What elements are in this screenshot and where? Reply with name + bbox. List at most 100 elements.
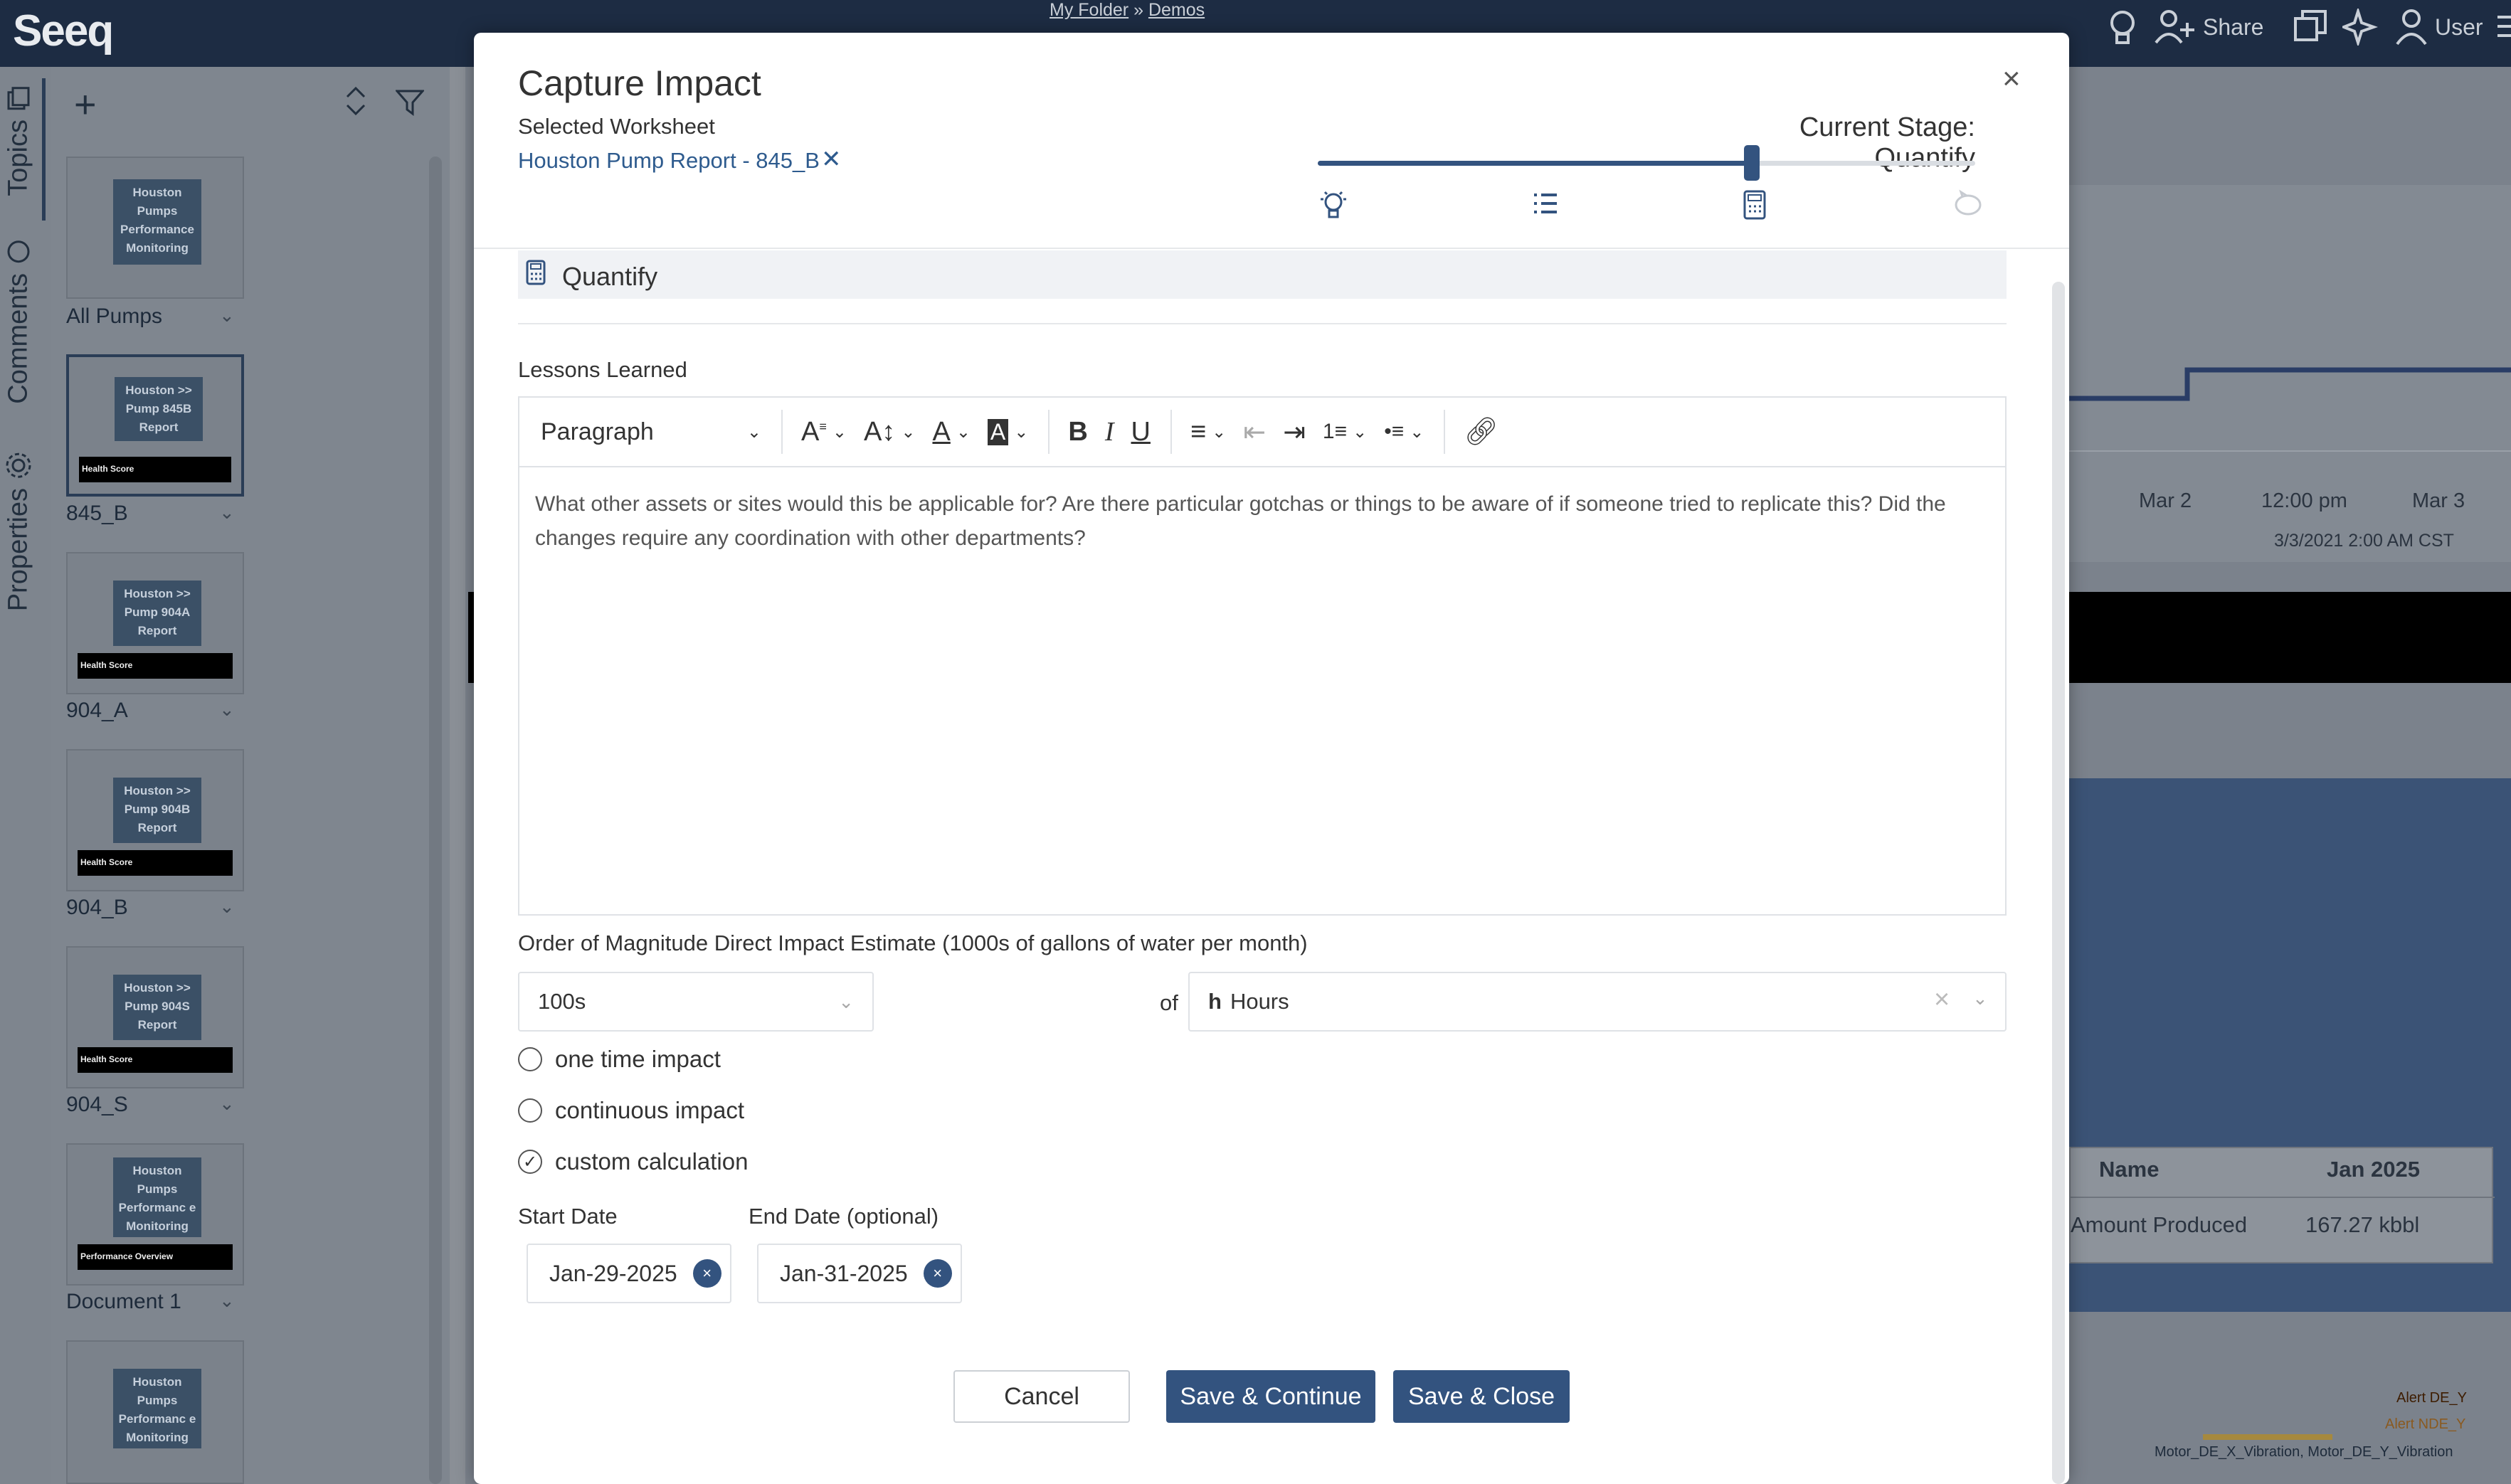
breadcrumb-folder[interactable]: My Folder bbox=[1050, 0, 1128, 20]
modal-title: Capture Impact bbox=[518, 63, 761, 103]
worksheet-label[interactable]: All Pumps bbox=[66, 304, 162, 329]
chevron-down-icon[interactable]: ⌄ bbox=[219, 896, 235, 918]
save-close-button[interactable]: Save & Close bbox=[1393, 1370, 1570, 1423]
end-date-input[interactable]: Jan-31-2025 × bbox=[757, 1244, 962, 1303]
worksheet-thumbnail[interactable]: Houston Pumps Performanc e Monitoring Pe… bbox=[66, 1143, 244, 1286]
radio-continuous[interactable]: continuous impact bbox=[518, 1097, 744, 1124]
thumbnail-banner: Performance Overview bbox=[78, 1244, 233, 1270]
comment-icon bbox=[7, 240, 30, 263]
section-title: Quantify bbox=[562, 262, 658, 291]
worksheet-label[interactable]: 904_S bbox=[66, 1093, 128, 1117]
sparkle-icon[interactable] bbox=[2342, 9, 2379, 46]
worksheet-label[interactable]: Document 1 bbox=[66, 1290, 181, 1314]
chevron-down-icon[interactable]: ⌄ bbox=[1972, 987, 1988, 1009]
share-button[interactable]: Share bbox=[2155, 9, 2263, 46]
selected-worksheet-link[interactable]: Houston Pump Report - 845_B bbox=[518, 148, 820, 174]
start-date-label: Start Date bbox=[518, 1204, 618, 1229]
axis-label: Mar 2 bbox=[2139, 489, 2192, 512]
legend-swatch bbox=[2203, 1434, 2332, 1440]
chevron-down-icon[interactable]: ⌄ bbox=[219, 502, 235, 524]
italic-button[interactable]: I bbox=[1105, 416, 1114, 447]
lightbulb-icon[interactable] bbox=[2106, 9, 2139, 48]
save-continue-button[interactable]: Save & Continue bbox=[1166, 1370, 1375, 1423]
axis-label: 12:00 pm bbox=[2261, 489, 2347, 512]
close-icon[interactable]: × bbox=[2002, 61, 2021, 97]
lessons-learned-placeholder[interactable]: What other assets or sites would this be… bbox=[535, 487, 1987, 556]
stage-slider-handle[interactable] bbox=[1744, 145, 1760, 181]
indent-button[interactable]: ⇥ bbox=[1283, 416, 1306, 448]
calculator-icon[interactable] bbox=[1742, 189, 1767, 227]
chevron-down-icon: ⌄ bbox=[1212, 422, 1227, 442]
worksheet-thumbnail[interactable]: Houston >> Pump 904A Report Health Score bbox=[66, 552, 244, 694]
legend-entry: Alert DE_Y bbox=[2396, 1390, 2467, 1406]
topics-tab[interactable]: Topics bbox=[1, 85, 36, 196]
unit-select[interactable]: h Hours × ⌄ bbox=[1188, 972, 2007, 1032]
user-icon bbox=[2396, 9, 2427, 46]
worksheet-thumbnail[interactable]: Houston >> Pump 904S Report Health Score bbox=[66, 946, 244, 1088]
font-color-icon: A bbox=[932, 416, 951, 447]
clear-date-icon[interactable]: × bbox=[692, 1259, 721, 1288]
remove-worksheet-icon[interactable]: ✕ bbox=[821, 145, 842, 174]
chevron-down-icon[interactable]: ⌄ bbox=[219, 1093, 235, 1115]
user-menu[interactable]: User bbox=[2395, 9, 2483, 46]
thumbnail-title: Houston Pumps Performance Monitoring bbox=[113, 179, 201, 265]
magnitude-select[interactable]: 100s ⌄ bbox=[518, 972, 874, 1032]
worksheet-label[interactable]: 904_A bbox=[66, 699, 128, 723]
unit-prefix: h bbox=[1208, 989, 1222, 1014]
paragraph-style-dropdown[interactable]: Paragraph ⌄ bbox=[541, 418, 761, 446]
align-button[interactable]: ≡ ⌄ bbox=[1190, 417, 1226, 447]
properties-tab[interactable]: Properties bbox=[1, 451, 36, 611]
highlight-button[interactable]: A ⌄ bbox=[987, 418, 1028, 445]
chevron-down-icon[interactable]: ⌄ bbox=[219, 699, 235, 721]
stage-slider-fill bbox=[1318, 161, 1752, 166]
chevron-down-icon: ⌄ bbox=[838, 990, 854, 1012]
windows-icon[interactable] bbox=[2293, 9, 2328, 44]
worksheet-thumbnail[interactable]: Houston Pumps Performance Monitoring bbox=[66, 157, 244, 299]
table-header: Jan 2025 bbox=[2327, 1157, 2420, 1182]
panel-scrollbar[interactable] bbox=[429, 157, 442, 1484]
radio-one-time[interactable]: one time impact bbox=[518, 1046, 721, 1073]
lessons-learned-label: Lessons Learned bbox=[518, 357, 687, 382]
axis-label: Mar 3 bbox=[2412, 489, 2465, 512]
capture-impact-modal: Capture Impact × Selected Worksheet Hous… bbox=[474, 33, 2069, 1484]
font-color-button[interactable]: A ⌄ bbox=[932, 417, 970, 447]
table-header: Name bbox=[2099, 1157, 2160, 1182]
timestamp-label: 3/3/2021 2:00 AM CST bbox=[2274, 531, 2454, 551]
start-date-input[interactable]: Jan-29-2025 × bbox=[527, 1244, 731, 1303]
font-size-button[interactable]: A↕ ⌄ bbox=[864, 417, 915, 447]
clear-icon[interactable]: × bbox=[1934, 985, 1950, 1015]
worksheet-thumbnail[interactable]: Houston Pumps Performanc e Monitoring bbox=[66, 1340, 244, 1484]
comments-tab[interactable]: Comments bbox=[1, 239, 36, 404]
underline-button[interactable]: U bbox=[1131, 417, 1150, 447]
bulleted-list-button[interactable]: •≡ ⌄ bbox=[1384, 420, 1424, 444]
worksheet-label[interactable]: 845_B bbox=[66, 502, 128, 526]
chevron-down-icon[interactable]: ⌄ bbox=[219, 1290, 235, 1312]
numbered-list-button[interactable]: 1≡ ⌄ bbox=[1323, 420, 1367, 444]
clear-date-icon[interactable]: × bbox=[923, 1259, 952, 1288]
radio-custom-calculation[interactable]: ✓ custom calculation bbox=[518, 1148, 748, 1175]
add-plus-icon[interactable]: + bbox=[74, 83, 97, 127]
sort-icon[interactable] bbox=[344, 85, 367, 120]
list-icon[interactable] bbox=[1531, 189, 1560, 224]
magnitude-value: 100s bbox=[538, 989, 586, 1014]
hamburger-menu-icon[interactable] bbox=[2497, 16, 2511, 44]
outdent-button[interactable]: ⇤ bbox=[1243, 416, 1266, 448]
worksheet-thumbnail[interactable]: Houston >> Pump 904B Report Health Score bbox=[66, 749, 244, 891]
filter-icon[interactable] bbox=[394, 88, 425, 120]
link-button[interactable]: 🔗︎ bbox=[1464, 416, 1498, 447]
bold-button[interactable]: B bbox=[1068, 417, 1087, 447]
chevron-down-icon[interactable]: ⌄ bbox=[219, 304, 235, 327]
thumbnail-title: Houston >> Pump 904B Report bbox=[113, 778, 201, 843]
cancel-button[interactable]: Cancel bbox=[953, 1370, 1130, 1423]
thumbnail-title: Houston >> Pump 904S Report bbox=[113, 975, 201, 1040]
lightbulb-icon[interactable] bbox=[1318, 189, 1349, 227]
worksheet-thumbnail-selected[interactable]: Houston >> Pump 845B Report Health Score bbox=[66, 354, 244, 497]
breadcrumb: My Folder » Demos bbox=[1050, 0, 1205, 21]
breadcrumb-current[interactable]: Demos bbox=[1148, 0, 1205, 20]
modal-scrollbar[interactable] bbox=[2052, 282, 2065, 1484]
selected-worksheet-label: Selected Worksheet bbox=[518, 114, 715, 139]
font-family-button[interactable]: A≡ ⌄ bbox=[801, 417, 847, 447]
worksheet-label[interactable]: 904_B bbox=[66, 896, 128, 920]
piggy-bank-icon[interactable] bbox=[1952, 189, 1985, 224]
seeq-logo[interactable]: Seeq bbox=[13, 6, 114, 56]
